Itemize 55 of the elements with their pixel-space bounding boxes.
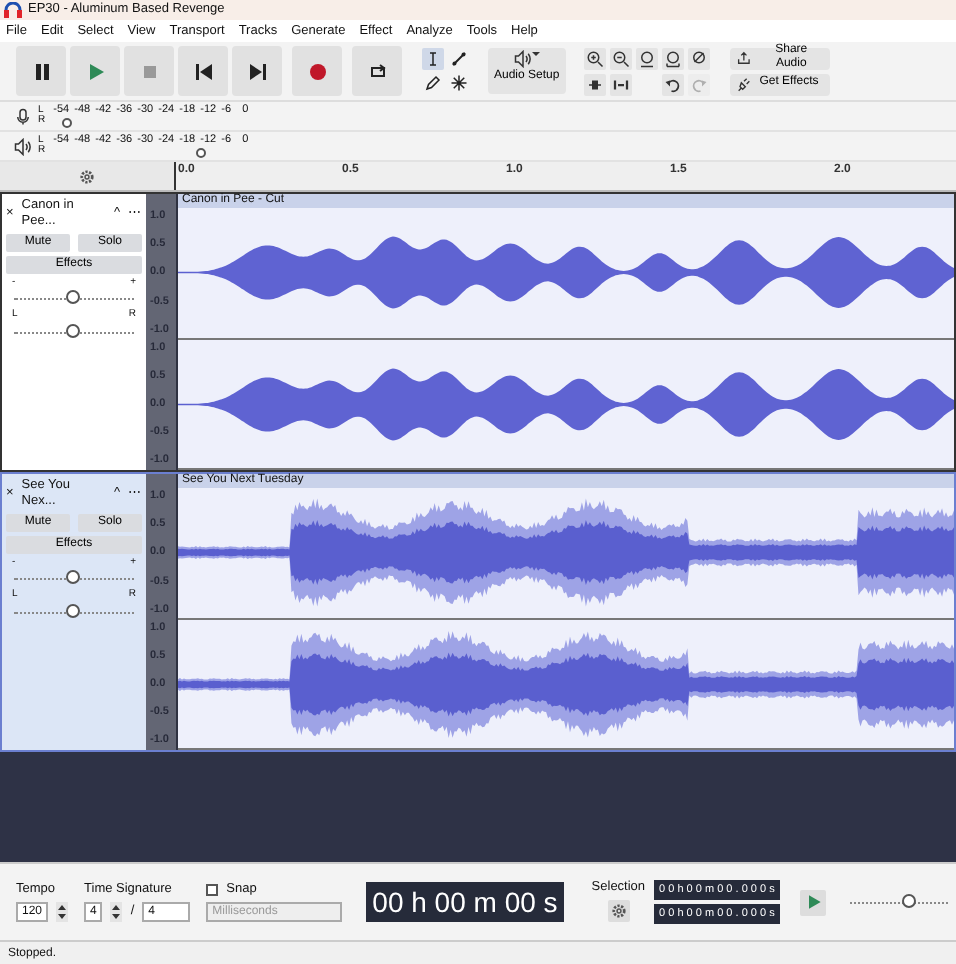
zoom-out-icon [611,49,630,67]
share-icon [735,50,752,66]
toolbar-button[interactable] [609,73,632,95]
settings-button[interactable] [607,899,630,922]
play-at-speed-button[interactable] [800,889,827,915]
snap-checkbox[interactable] [206,883,219,896]
toolbar-button[interactable] [609,47,632,69]
speaker-icon [14,137,32,155]
spinner-icon [110,901,123,922]
slider[interactable] [14,289,134,306]
asterisk-icon [450,74,468,92]
app-logo-icon [4,2,22,18]
microphone-icon [14,107,32,125]
tool-button[interactable] [448,48,470,70]
play-icon [803,892,824,912]
gear-icon[interactable] [78,167,96,185]
slider-thumb[interactable] [901,894,916,908]
redo-icon [689,75,708,93]
toolbar-button[interactable] [583,47,606,69]
tool-button[interactable] [448,72,470,94]
slider-thumb[interactable] [66,289,80,304]
toolbar-button[interactable] [661,73,684,95]
transport-button[interactable] [232,46,282,96]
loop-icon [365,59,389,83]
zoom-in-icon [585,49,604,67]
slider[interactable] [850,894,948,910]
transport-button[interactable] [352,46,402,96]
transport-button[interactable] [16,46,66,96]
slider[interactable] [14,569,134,586]
plug-icon [735,76,752,92]
time-display[interactable]: 00 h 00 m 00 s [366,882,564,922]
pencil-icon [424,74,442,92]
caret-icon [531,50,540,58]
slider-thumb[interactable] [61,117,72,127]
record-icon [305,59,329,83]
tool-button[interactable] [422,72,444,94]
gear-icon [609,901,628,920]
speaker-icon [513,50,532,68]
toolbar-button[interactable] [583,73,606,95]
trim-icon [585,75,604,93]
skip-end-icon [245,59,269,83]
slider-thumb[interactable] [66,323,80,338]
slider-thumb[interactable] [66,603,80,618]
slider-thumb[interactable] [195,147,206,157]
envelope-icon [450,50,468,68]
slider[interactable] [14,323,134,340]
tool-button[interactable] [422,48,444,70]
silence-icon [611,75,630,93]
slider[interactable] [14,603,134,620]
transport-button[interactable] [178,46,228,96]
undo-icon [663,75,682,93]
slider-thumb[interactable] [66,569,80,584]
cursor-icon [424,50,442,68]
spinner-icon [56,901,69,922]
skip-start-icon [191,59,215,83]
